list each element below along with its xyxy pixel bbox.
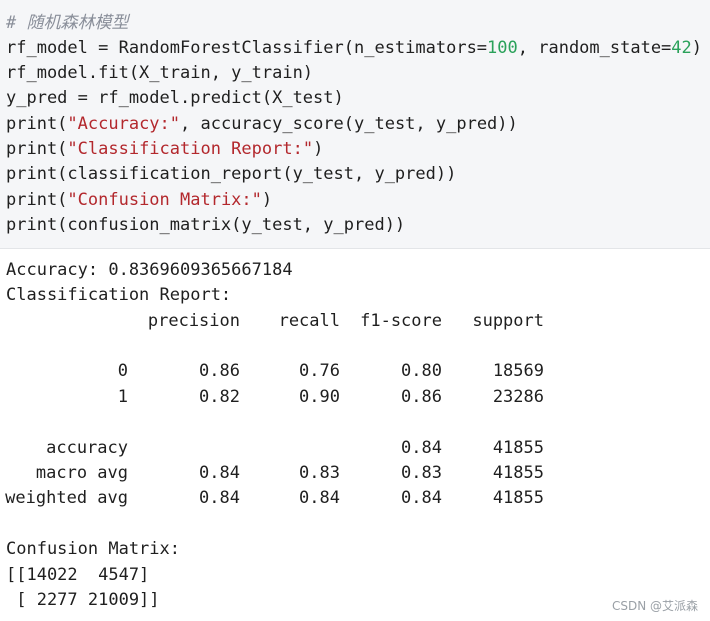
report-row-label: weighted avg <box>5 488 128 508</box>
code-line-7: print("Confusion Matrix:") <box>6 188 272 213</box>
report-cell: 0.84 <box>401 438 442 458</box>
report-cell: 41855 <box>492 438 544 458</box>
code-text: ) <box>261 190 273 210</box>
code-text: rf_model = RandomForestClassifier(n_esti… <box>6 38 488 58</box>
code-line-8: print(confusion_matrix(y_test, y_pred)) <box>6 215 406 235</box>
report-cell: 18569 <box>492 361 544 381</box>
report-cell: 0.90 <box>299 387 340 407</box>
code-line-5: print("Classification Report:") <box>6 137 323 162</box>
report-cell: 0.86 <box>199 361 240 381</box>
report-cell: 0.76 <box>299 361 340 381</box>
code-text: ) <box>313 139 324 159</box>
confusion-matrix-row-2: [ 2277 21009]] <box>6 590 160 610</box>
report-cell: 0.83 <box>401 463 442 483</box>
code-string: "Accuracy:" <box>67 114 181 134</box>
report-cell: 41855 <box>492 488 544 508</box>
report-cell: 0.82 <box>199 387 240 407</box>
report-cell: 23286 <box>492 387 544 407</box>
report-cell: 0.83 <box>299 463 340 483</box>
code-line-1: rf_model = RandomForestClassifier(n_esti… <box>6 36 702 61</box>
report-cell: 0.84 <box>401 488 442 508</box>
code-cell[interactable]: # 随机森林模型 rf_model = RandomForestClassifi… <box>0 0 710 249</box>
report-row-label: 0 <box>117 361 128 381</box>
report-cell: 0.84 <box>199 463 240 483</box>
report-cell: 0.84 <box>299 488 340 508</box>
report-cell: 0.84 <box>199 488 240 508</box>
code-text: ) <box>691 38 703 58</box>
notebook-page: # 随机森林模型 rf_model = RandomForestClassifi… <box>0 0 710 621</box>
report-cell <box>140 436 240 461</box>
report-cell: 0.86 <box>401 387 442 407</box>
report-header-precision: precision <box>147 311 240 331</box>
report-row-label: accuracy <box>46 438 128 458</box>
code-text: , random_state= <box>517 38 672 58</box>
code-text: print( <box>6 139 68 159</box>
code-text: print( <box>6 190 68 210</box>
accuracy-output: Accuracy: 0.8369609365667184 <box>6 260 293 280</box>
code-text: , accuracy_score(y_test, y_pred)) <box>180 114 518 134</box>
report-cell <box>250 436 340 461</box>
code-line-4: print("Accuracy:", accuracy_score(y_test… <box>6 112 518 137</box>
report-header-support: support <box>472 311 544 331</box>
code-line-2: rf_model.fit(X_train, y_train) <box>6 63 314 83</box>
code-text: print( <box>6 114 68 134</box>
code-line-6: print(classification_report(y_test, y_pr… <box>6 164 457 184</box>
code-number: 100 <box>487 38 518 58</box>
code-string: "Classification Report:" <box>67 139 314 159</box>
report-row-label: 1 <box>117 387 128 407</box>
report-row-label: macro avg <box>35 463 128 483</box>
report-header-f1-score: f1-score <box>360 311 442 331</box>
confusion-matrix-title: Confusion Matrix: <box>6 539 180 559</box>
code-number: 42 <box>671 38 692 58</box>
report-header-recall: recall <box>278 311 340 331</box>
code-comment: # 随机森林模型 <box>6 13 129 33</box>
report-title: Classification Report: <box>6 285 232 305</box>
watermark: CSDN @艾派森 <box>611 599 698 613</box>
report-cell: 41855 <box>492 463 544 483</box>
report-cell: 0.80 <box>401 361 442 381</box>
code-line-3: y_pred = rf_model.predict(X_test) <box>6 88 344 108</box>
output-cell: Accuracy: 0.8369609365667184 Classificat… <box>0 250 710 621</box>
code-string: "Confusion Matrix:" <box>67 190 262 210</box>
confusion-matrix-row-1: [[14022 4547] <box>6 565 150 585</box>
